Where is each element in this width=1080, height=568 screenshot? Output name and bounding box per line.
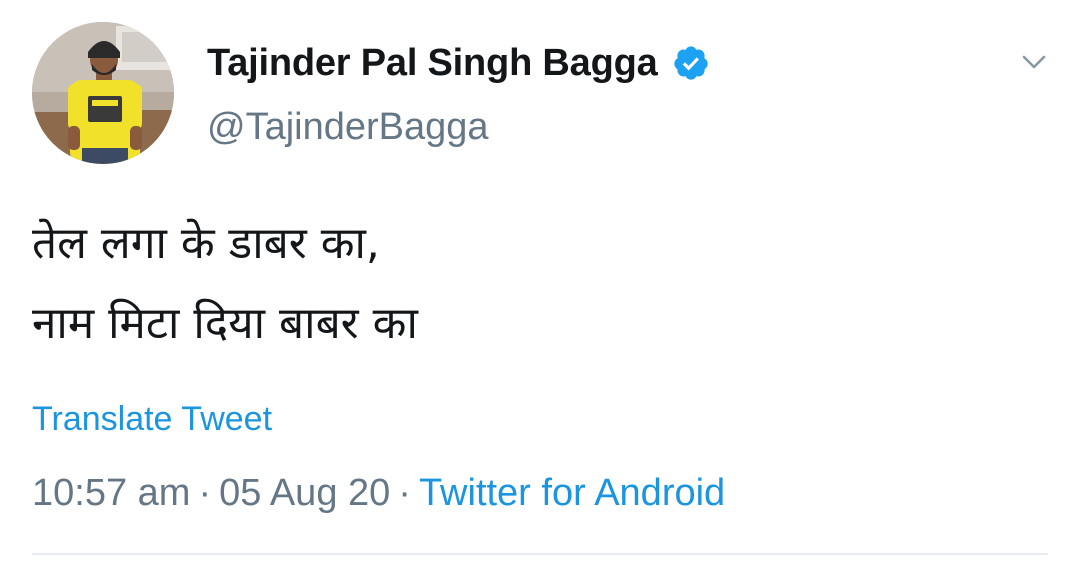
tweet-text-line: नाम मिटा दिया बाबर का (32, 298, 418, 349)
tweet-text: तेल लगा के डाबर का, नाम मिटा दिया बाबर क… (32, 204, 1032, 364)
translate-tweet-link[interactable]: Translate Tweet (32, 400, 272, 439)
avatar[interactable] (32, 22, 174, 164)
meta-separator: · (198, 472, 212, 514)
display-name-row: Tajinder Pal Singh Bagga (207, 40, 710, 86)
tweet-metadata: 10:57 am · 05 Aug 20 · Twitter for Andro… (32, 472, 725, 515)
chevron-down-icon[interactable] (1016, 44, 1052, 80)
avatar-image (32, 22, 174, 164)
tweet-source-link[interactable]: Twitter for Android (419, 472, 725, 515)
meta-separator: · (398, 472, 411, 514)
user-handle[interactable]: @TajinderBagga (207, 106, 489, 149)
divider (32, 553, 1048, 555)
tweet-text-line: तेल लगा के डाबर का, (32, 218, 380, 269)
tweet-time[interactable]: 10:57 am (32, 472, 190, 515)
verified-badge-icon (672, 44, 710, 82)
tweet-date[interactable]: 05 Aug 20 (219, 472, 390, 515)
display-name[interactable]: Tajinder Pal Singh Bagga (207, 42, 658, 85)
tweet-card: Tajinder Pal Singh Bagga @TajinderBagga … (0, 0, 1080, 568)
